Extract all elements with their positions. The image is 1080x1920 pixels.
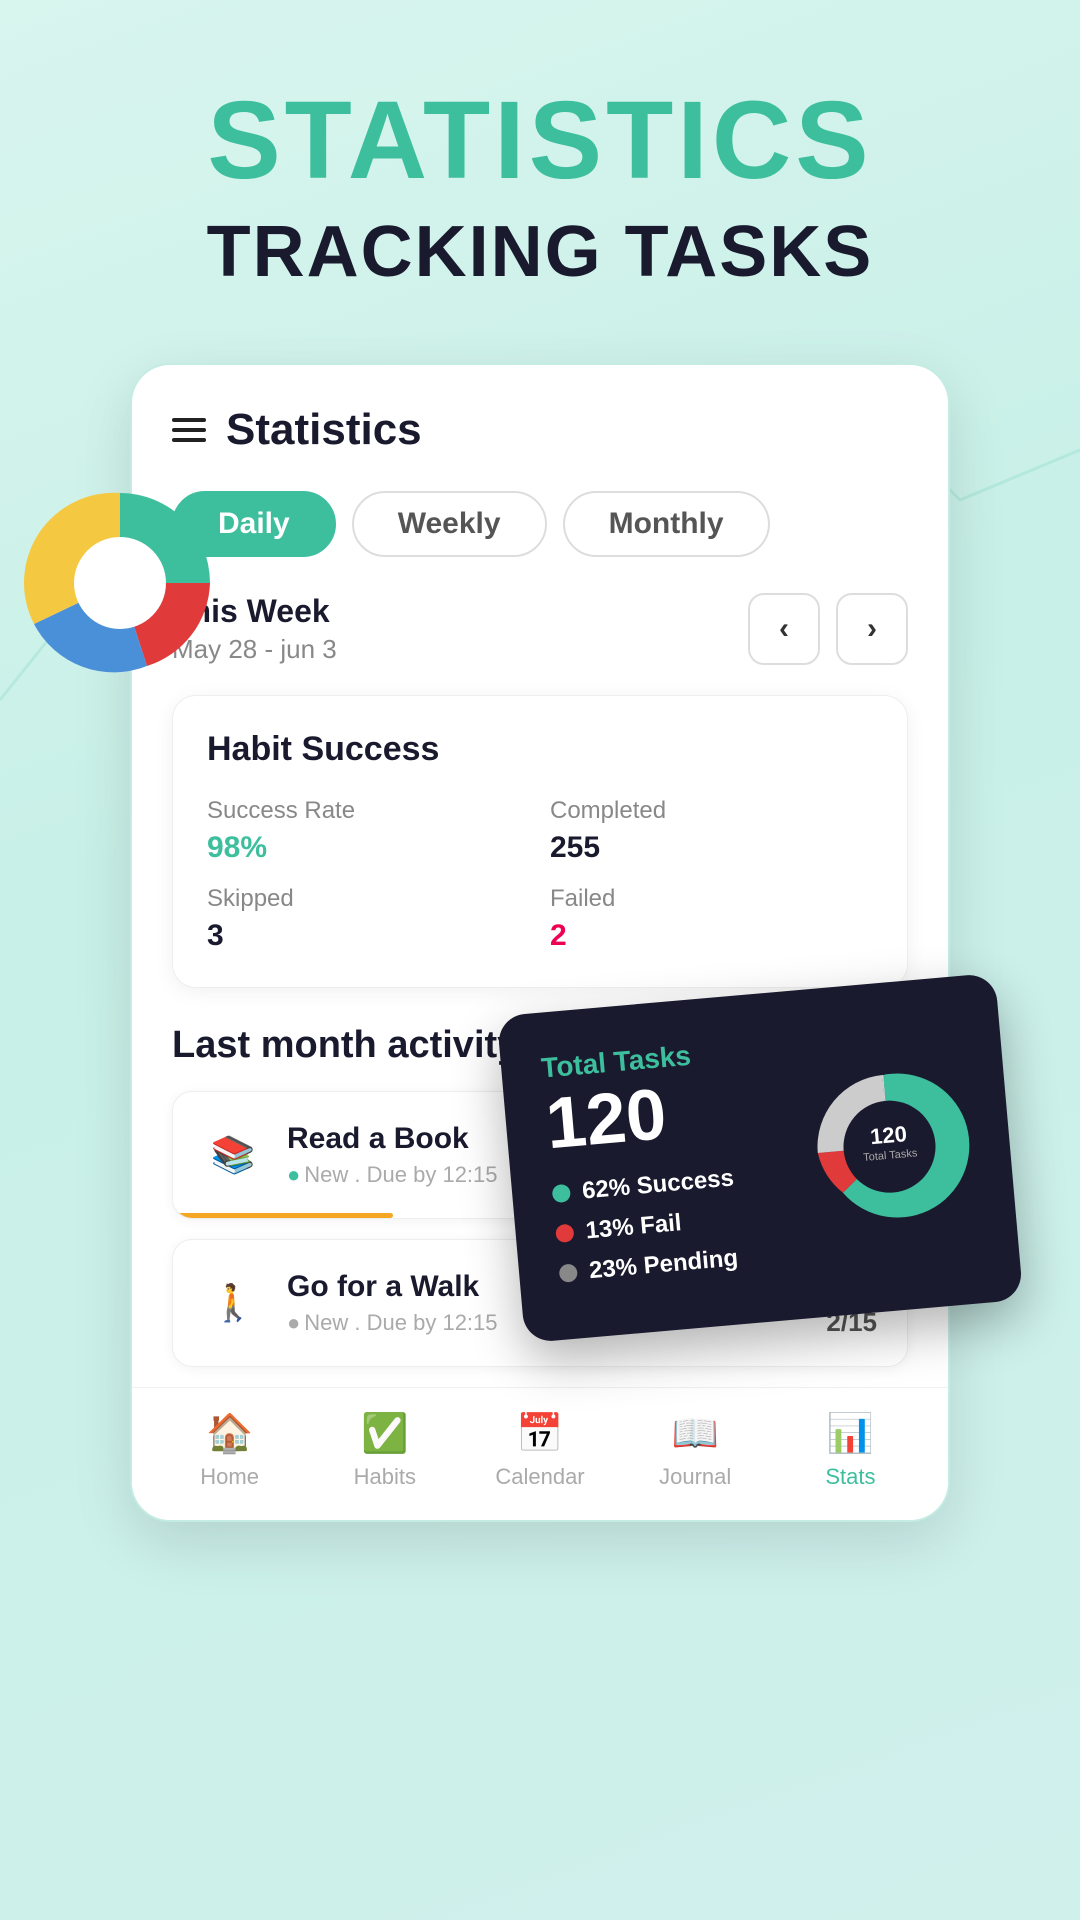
success-rate-value: 98%: [207, 831, 267, 864]
legend-success: 62% Success: [551, 1160, 783, 1208]
hero-subtitle: TRACKING TASKS: [0, 211, 1080, 293]
stat-skipped: Skipped 3: [207, 885, 530, 953]
nav-stats-label: Stats: [825, 1464, 875, 1490]
stat-completed: Completed 255: [550, 797, 873, 865]
nav-home-label: Home: [200, 1464, 259, 1490]
menu-button[interactable]: [172, 418, 206, 442]
nav-arrows: ‹ ›: [748, 593, 908, 665]
journal-icon: 📖: [672, 1412, 719, 1456]
legend-dot-pending: [559, 1263, 579, 1283]
hero-section: STATISTICS TRACKING TASKS: [0, 0, 1080, 323]
donut-chart: 120 Total Tasks: [803, 1060, 976, 1233]
habits-icon: ✅: [361, 1412, 408, 1456]
habit-card-title: Habit Success: [207, 730, 873, 769]
legend-pending: 23% Pending: [558, 1240, 790, 1288]
success-rate-label: Success Rate: [207, 797, 530, 825]
svg-text:120: 120: [869, 1121, 908, 1149]
legend-text-pending: 23% Pending: [588, 1244, 739, 1285]
nav-calendar-label: Calendar: [495, 1464, 584, 1490]
card-info: Total Tasks 120 62% Success 13% Fail 23%…: [540, 1033, 791, 1300]
stats-icon: 📊: [827, 1412, 874, 1456]
phone-frame: Statistics Daily Weekly Monthly This Wee…: [130, 363, 950, 1522]
failed-label: Failed: [550, 885, 873, 913]
habit-success-card: Habit Success Success Rate 98% Completed…: [172, 695, 908, 988]
legend-dot-success: [552, 1184, 572, 1204]
skipped-value: 3: [207, 919, 224, 952]
habit-stats: Success Rate 98% Completed 255 Skipped 3…: [207, 797, 873, 953]
nav-habits[interactable]: ✅ Habits: [307, 1412, 462, 1490]
legend-text-fail: 13% Fail: [585, 1209, 683, 1245]
app-header: Statistics: [172, 405, 908, 455]
tab-monthly[interactable]: Monthly: [563, 491, 770, 557]
tab-weekly[interactable]: Weekly: [352, 491, 547, 557]
next-arrow[interactable]: ›: [836, 593, 908, 665]
legend-dot-fail: [555, 1224, 575, 1244]
pie-chart-decoration: [20, 483, 220, 683]
phone-container: Statistics Daily Weekly Monthly This Wee…: [130, 363, 950, 1522]
completed-value: 255: [550, 831, 600, 864]
nav-calendar[interactable]: 📅 Calendar: [462, 1412, 617, 1490]
floating-stats-card: Total Tasks 120 62% Success 13% Fail 23%…: [497, 973, 1024, 1343]
calendar-icon: 📅: [516, 1412, 563, 1456]
card-legend: 62% Success 13% Fail 23% Pending: [551, 1160, 790, 1288]
app-title: Statistics: [226, 405, 422, 455]
prev-arrow[interactable]: ‹: [748, 593, 820, 665]
stat-failed: Failed 2: [550, 885, 873, 953]
read-book-icon: 📚: [203, 1125, 263, 1185]
nav-home[interactable]: 🏠 Home: [152, 1412, 307, 1490]
nav-habits-label: Habits: [354, 1464, 416, 1490]
nav-stats[interactable]: 📊 Stats: [773, 1412, 928, 1490]
skipped-label: Skipped: [207, 885, 530, 913]
bottom-nav: 🏠 Home ✅ Habits 📅 Calendar 📖 Journal 📊 S…: [132, 1387, 948, 1520]
hero-title: STATISTICS: [0, 80, 1080, 201]
card-number: 120: [543, 1069, 778, 1161]
legend-text-success: 62% Success: [581, 1164, 735, 1205]
completed-label: Completed: [550, 797, 873, 825]
nav-journal-label: Journal: [659, 1464, 731, 1490]
failed-value: 2: [550, 919, 567, 952]
week-nav: This Week May 28 - jun 3 ‹ ›: [172, 593, 908, 665]
legend-fail: 13% Fail: [555, 1200, 787, 1248]
walk-icon: 🚶: [203, 1273, 263, 1333]
tab-filter: Daily Weekly Monthly: [172, 491, 908, 557]
nav-journal[interactable]: 📖 Journal: [618, 1412, 773, 1490]
stat-success-rate: Success Rate 98%: [207, 797, 530, 865]
home-icon: 🏠: [206, 1412, 253, 1456]
